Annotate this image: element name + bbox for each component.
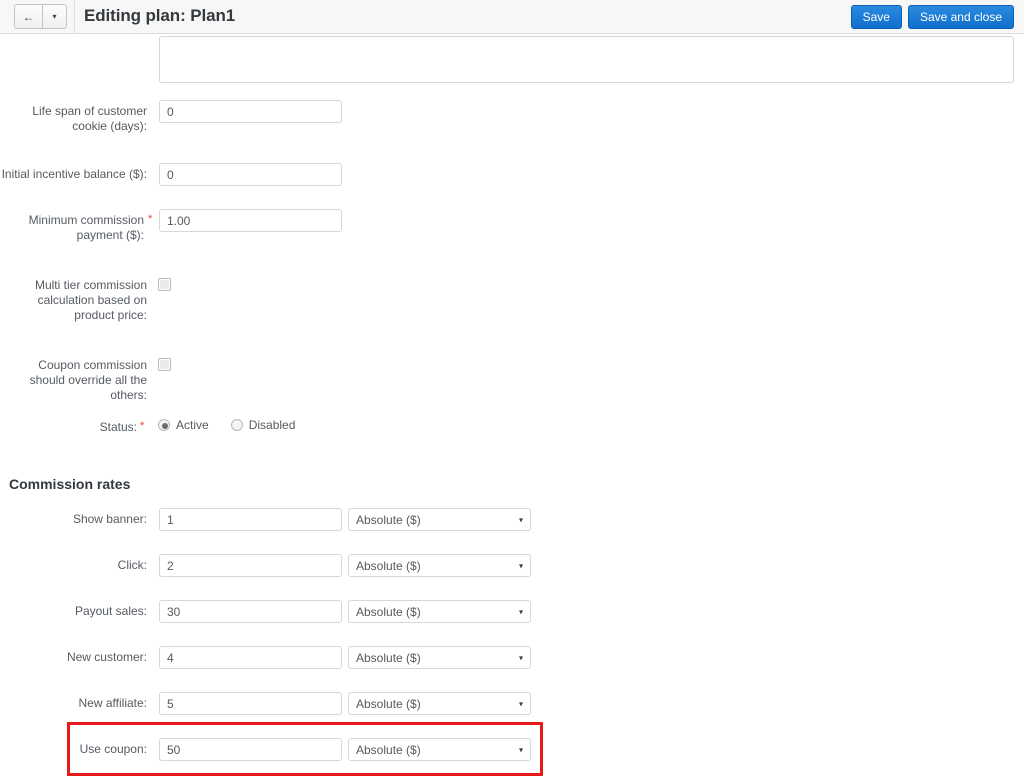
status-label: Status:	[99, 420, 137, 434]
form-row-status: Status: * Active Disabled	[0, 418, 1024, 442]
new-customer-label: New customer:	[66, 650, 147, 664]
show-banner-value-input[interactable]	[159, 508, 342, 531]
commission-row-click: Click: Absolute ($) ▾	[0, 554, 1024, 579]
minimum-commission-payment-input[interactable]	[159, 209, 342, 232]
status-radio-disabled-label[interactable]: Disabled	[249, 418, 296, 432]
form-row-description	[0, 36, 1024, 86]
chevron-down-icon: ▾	[518, 699, 523, 708]
form-row-minimum-commission-payment: Minimum commission payment ($): *	[0, 209, 1024, 254]
commission-row-payout-sales: Payout sales: Absolute ($) ▾	[0, 600, 1024, 625]
chevron-down-icon: ▾	[518, 607, 523, 616]
commission-row-show-banner: Show banner: Absolute ($) ▾	[0, 508, 1024, 533]
chevron-down-icon: ▾	[518, 653, 523, 662]
coupon-override-label: Coupon commission should override all th…	[29, 358, 147, 402]
new-customer-type-select[interactable]: Absolute ($) ▾	[348, 646, 531, 669]
form-row-initial-incentive-balance: Initial incentive balance ($):	[0, 163, 1024, 203]
chevron-down-icon: ▾	[518, 561, 523, 570]
commission-row-new-affiliate: New affiliate: Absolute ($) ▾	[0, 692, 1024, 717]
show-banner-type-value: Absolute ($)	[356, 512, 421, 527]
commission-row-new-customer: New customer: Absolute ($) ▾	[0, 646, 1024, 671]
new-affiliate-type-select[interactable]: Absolute ($) ▾	[348, 692, 531, 715]
form-row-multi-tier-commission: Multi tier commission calculation based …	[0, 275, 1024, 335]
multi-tier-commission-label: Multi tier commission calculation based …	[34, 278, 147, 322]
use-coupon-label: Use coupon:	[79, 742, 147, 756]
description-textarea[interactable]	[159, 36, 1014, 83]
chevron-down-icon: ▾	[518, 745, 523, 754]
top-toolbar: ← ▾ Editing plan: Plan1 Save Save and cl…	[0, 0, 1024, 34]
commission-rates-heading: Commission rates	[9, 476, 131, 492]
toolbar-actions: Save Save and close	[850, 5, 1014, 29]
navigation-button-group: ← ▾	[14, 4, 67, 29]
new-customer-value-input[interactable]	[159, 646, 342, 669]
new-affiliate-type-value: Absolute ($)	[356, 696, 421, 711]
new-affiliate-label: New affiliate:	[78, 696, 147, 710]
save-button[interactable]: Save	[850, 5, 902, 29]
multi-tier-commission-checkbox[interactable]	[158, 278, 171, 291]
new-affiliate-value-input[interactable]	[159, 692, 342, 715]
show-banner-label: Show banner:	[72, 512, 147, 526]
page-title: Editing plan: Plan1	[84, 6, 236, 25]
payout-sales-label: Payout sales:	[74, 604, 147, 618]
back-history-dropdown-button[interactable]: ▾	[43, 4, 67, 29]
use-coupon-type-select[interactable]: Absolute ($) ▾	[348, 738, 531, 761]
coupon-override-checkbox[interactable]	[158, 358, 171, 371]
form-row-cookie-lifespan: Life span of customer cookie (days):	[0, 100, 1024, 140]
toolbar-divider	[74, 0, 75, 34]
required-marker: *	[148, 213, 153, 225]
status-required-marker: *	[140, 420, 145, 432]
new-customer-type-value: Absolute ($)	[356, 650, 421, 665]
click-type-select[interactable]: Absolute ($) ▾	[348, 554, 531, 577]
status-radio-disabled[interactable]	[230, 419, 243, 431]
cookie-lifespan-input[interactable]	[159, 100, 342, 123]
click-type-value: Absolute ($)	[356, 558, 421, 573]
status-radio-active[interactable]	[158, 419, 170, 431]
arrow-left-icon: ←	[22, 9, 35, 24]
commission-row-use-coupon: Use coupon: Absolute ($) ▾	[0, 738, 1024, 763]
status-radio-active-label[interactable]: Active	[176, 418, 209, 432]
click-value-input[interactable]	[159, 554, 342, 577]
payout-sales-type-select[interactable]: Absolute ($) ▾	[348, 600, 531, 623]
use-coupon-value-input[interactable]	[159, 738, 342, 761]
click-label: Click:	[117, 558, 147, 572]
back-button[interactable]: ←	[14, 4, 43, 29]
chevron-down-icon: ▾	[518, 515, 523, 524]
payout-sales-value-input[interactable]	[159, 600, 342, 623]
payout-sales-type-value: Absolute ($)	[356, 604, 421, 619]
initial-incentive-balance-label: Initial incentive balance ($):	[1, 167, 147, 181]
chevron-down-icon: ▾	[52, 12, 57, 21]
status-radio-group: Active Disabled	[158, 418, 317, 432]
save-and-close-button[interactable]: Save and close	[907, 5, 1014, 29]
cookie-lifespan-label: Life span of customer cookie (days):	[32, 104, 147, 133]
form-row-coupon-override: Coupon commission should override all th…	[0, 355, 1024, 402]
initial-incentive-balance-input[interactable]	[159, 163, 342, 186]
minimum-commission-payment-label: Minimum commission payment ($):	[28, 213, 144, 242]
show-banner-type-select[interactable]: Absolute ($) ▾	[348, 508, 531, 531]
use-coupon-type-value: Absolute ($)	[356, 742, 421, 757]
